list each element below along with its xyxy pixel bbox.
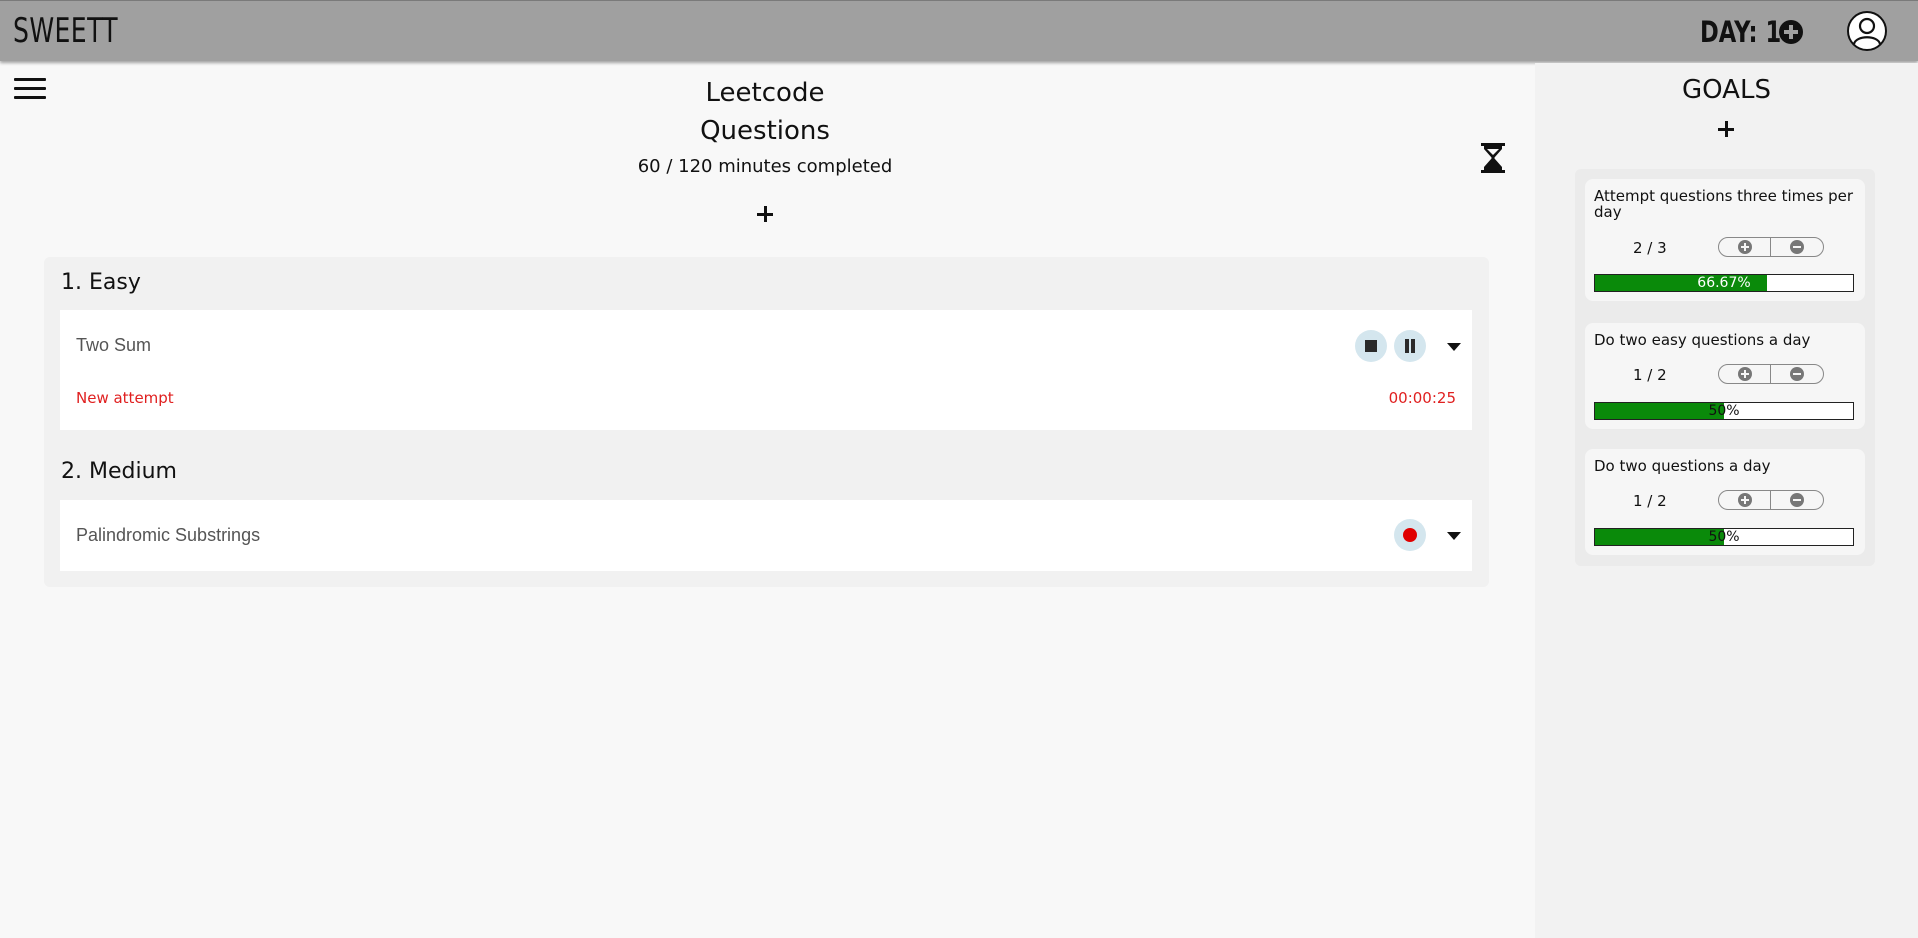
goals-list: Attempt questions three times per day 2 … [1575, 169, 1875, 566]
question-name: Two Sum [76, 335, 152, 355]
category-title: 2. Medium [61, 459, 177, 484]
add-goal-icon[interactable] [1716, 119, 1736, 139]
goal-title: Do two easy questions a day [1594, 331, 1811, 349]
plus-circle-icon [1738, 240, 1752, 254]
goal-progress-label: 50% [1708, 529, 1740, 545]
increment-button[interactable] [1719, 238, 1771, 256]
goal-card: Do two questions a day 1 / 2 50% [1585, 449, 1865, 555]
category-title: 1. Easy [61, 270, 141, 295]
attempt-timer: 00:00:25 [1388, 389, 1456, 407]
question-card[interactable]: Palindromic Substrings [60, 500, 1472, 571]
decrement-button[interactable] [1771, 238, 1823, 256]
increment-button[interactable] [1719, 491, 1771, 509]
questions-panel: 1. Easy Two Sum New attempt 00:00:25 2. … [44, 257, 1489, 587]
question-card[interactable]: Two Sum New attempt 00:00:25 [60, 310, 1472, 430]
add-day-icon[interactable] [1779, 20, 1803, 44]
profile-icon[interactable] [1847, 11, 1887, 51]
increment-button[interactable] [1719, 365, 1771, 383]
minutes-completed: 60 / 120 minutes completed [637, 156, 893, 177]
goal-title: Attempt questions three times per day [1594, 187, 1853, 221]
new-attempt-label: New attempt [76, 389, 174, 407]
expand-caret-icon[interactable] [1447, 343, 1461, 351]
top-bar: SWEETT DAY: 14 [0, 0, 1918, 61]
record-icon[interactable] [1394, 519, 1426, 551]
goal-stepper [1718, 364, 1824, 384]
goal-card: Do two easy questions a day 1 / 2 50% [1585, 323, 1865, 429]
stop-icon[interactable] [1355, 330, 1387, 362]
question-name: Palindromic Substrings [76, 525, 261, 545]
goal-stepper [1718, 237, 1824, 257]
plus-circle-icon [1738, 367, 1752, 381]
goal-count: 2 / 3 [1633, 239, 1667, 257]
page-title: Leetcode Questions [565, 74, 965, 150]
goal-count: 1 / 2 [1633, 366, 1667, 384]
page-title-line2: Questions [700, 116, 830, 146]
decrement-button[interactable] [1771, 491, 1823, 509]
goal-progress-bar: 66.67% [1594, 274, 1854, 292]
goal-progress-bar: 50% [1594, 402, 1854, 420]
goal-progress-bar: 50% [1594, 528, 1854, 546]
decrement-button[interactable] [1771, 365, 1823, 383]
goal-count: 1 / 2 [1633, 492, 1667, 510]
goal-progress-label: 50% [1708, 403, 1740, 419]
goal-stepper [1718, 490, 1824, 510]
minus-circle-icon [1790, 367, 1804, 381]
add-question-icon[interactable] [754, 203, 776, 225]
goals-title: GOALS [1682, 75, 1771, 105]
page-title-line1: Leetcode [705, 78, 825, 108]
app-brand[interactable]: SWEETT [13, 11, 118, 51]
minus-circle-icon [1790, 493, 1804, 507]
goal-title: Do two questions a day [1594, 457, 1771, 475]
hourglass-icon[interactable] [1479, 142, 1507, 174]
pause-icon[interactable] [1394, 330, 1426, 362]
plus-circle-icon [1738, 493, 1752, 507]
goal-card: Attempt questions three times per day 2 … [1585, 179, 1865, 301]
goals-sidebar: GOALS Attempt questions three times per … [1535, 63, 1918, 938]
minus-circle-icon [1790, 240, 1804, 254]
menu-icon[interactable] [14, 78, 46, 102]
expand-caret-icon[interactable] [1447, 532, 1461, 540]
goal-progress-label: 66.67% [1697, 275, 1751, 291]
